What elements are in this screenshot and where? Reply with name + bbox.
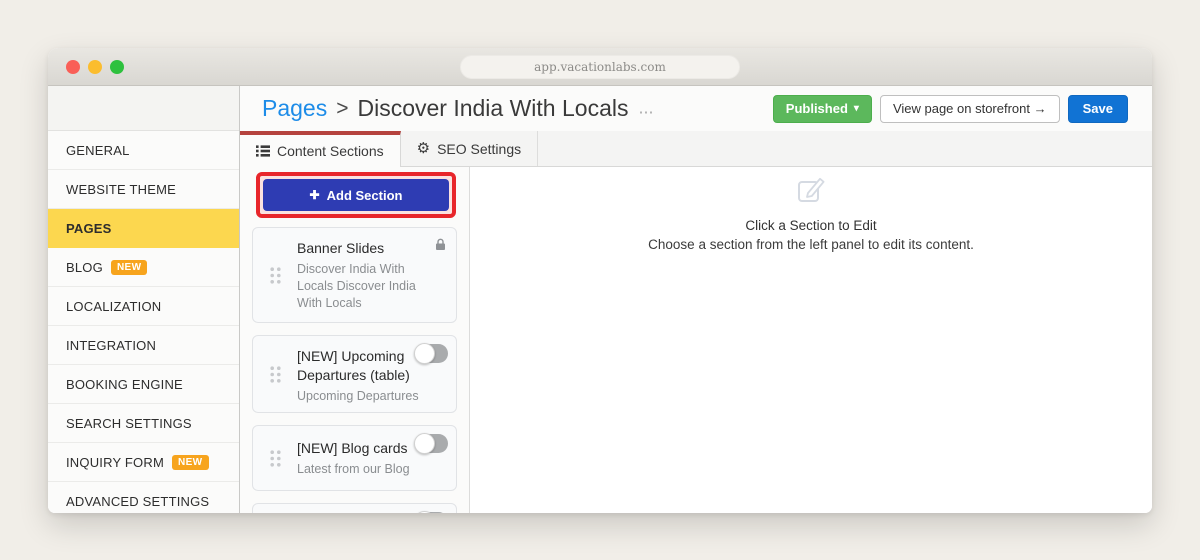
view-storefront-label: View page on storefront → xyxy=(892,101,1047,116)
drag-dots-icon xyxy=(269,266,281,284)
address-bar[interactable]: app.vacationlabs.com xyxy=(460,55,740,79)
sidebar-item-label: ADVANCED SETTINGS xyxy=(66,493,210,509)
section-card-blog-cards[interactable]: [NEW] Blog cards Latest from our Blog xyxy=(252,425,457,491)
sidebar-item-search-settings[interactable]: SEARCH SETTINGS xyxy=(48,404,239,443)
sidebar-nav: GENERAL WEBSITE THEME PAGES BLOG NEW LOCA… xyxy=(48,131,239,513)
section-card-banner-slides[interactable]: Banner Slides Discover India With Locals… xyxy=(252,227,457,323)
save-button[interactable]: Save xyxy=(1067,94,1128,123)
window-controls xyxy=(66,59,124,74)
page-header: Pages > Discover India With Locals ⋯ Pub… xyxy=(240,86,1152,131)
title-ellipsis-icon[interactable]: ⋯ xyxy=(638,103,653,121)
save-label: Save xyxy=(1082,101,1113,116)
add-section-button[interactable]: ✚ Add Section xyxy=(263,179,449,211)
new-badge: NEW xyxy=(171,454,209,470)
page-title: Discover India With Locals xyxy=(357,95,629,121)
window-minimize-button[interactable] xyxy=(88,59,102,74)
section-enable-toggle[interactable] xyxy=(414,433,448,454)
sidebar-item-label: PAGES xyxy=(66,220,112,236)
toggle-knob xyxy=(414,433,435,454)
view-storefront-button[interactable]: View page on storefront → xyxy=(879,94,1060,123)
tab-bar: Content Sections ⚙ SEO Settings xyxy=(240,131,1152,167)
browser-titlebar: app.vacationlabs.com xyxy=(48,48,1152,86)
breadcrumb-pages-link[interactable]: Pages xyxy=(262,95,327,122)
add-section-label: Add Section xyxy=(326,187,403,203)
sidebar-item-localization[interactable]: LOCALIZATION xyxy=(48,287,239,326)
sidebar-item-booking-engine[interactable]: BOOKING ENGINE xyxy=(48,365,239,404)
published-dropdown-button[interactable]: Published ▾ xyxy=(772,94,872,123)
section-enable-toggle[interactable] xyxy=(414,343,448,364)
empty-state-description: Choose a section from the left panel to … xyxy=(648,237,974,252)
annotation-highlight-box: ✚ Add Section xyxy=(256,172,456,218)
sidebar-item-pages[interactable]: PAGES xyxy=(48,209,239,248)
tab-seo-settings[interactable]: ⚙ SEO Settings xyxy=(401,131,539,166)
sidebar-item-label: WEBSITE THEME xyxy=(66,181,176,197)
section-card-partial[interactable] xyxy=(252,503,457,513)
section-title: Banner Slides xyxy=(297,240,385,256)
tab-label: Content Sections xyxy=(277,143,384,159)
address-bar-url: app.vacationlabs.com xyxy=(534,60,666,74)
section-subtitle: Discover India With Locals Discover Indi… xyxy=(297,262,416,310)
section-subtitle: Latest from our Blog xyxy=(297,462,410,476)
published-label: Published xyxy=(785,101,848,116)
section-editor-panel: Click a Section to Edit Choose a section… xyxy=(470,167,1152,513)
settings-sidebar: GENERAL WEBSITE THEME PAGES BLOG NEW LOCA… xyxy=(48,86,240,513)
drag-handle[interactable] xyxy=(253,336,297,412)
section-enable-toggle[interactable] xyxy=(414,511,448,513)
caret-down-icon: ▾ xyxy=(853,103,859,114)
section-subtitle: Upcoming Departures xyxy=(297,389,419,403)
header-actions: Published ▾ View page on storefront → Sa… xyxy=(772,94,1128,123)
lock-icon xyxy=(435,238,446,256)
sidebar-item-advanced-settings[interactable]: ADVANCED SETTINGS xyxy=(48,482,239,513)
drag-handle[interactable] xyxy=(253,504,297,513)
toggle-knob xyxy=(414,343,435,364)
drag-dots-icon xyxy=(269,449,281,467)
sidebar-item-label: GENERAL xyxy=(66,142,130,158)
gear-icon: ⚙ xyxy=(416,140,431,157)
edit-pencil-icon xyxy=(798,177,825,202)
sidebar-item-website-theme[interactable]: WEBSITE THEME xyxy=(48,170,239,209)
sidebar-top-spacer xyxy=(48,86,239,131)
window-close-button[interactable] xyxy=(66,59,80,74)
sidebar-item-blog[interactable]: BLOG NEW xyxy=(48,248,239,287)
drag-dots-icon xyxy=(269,365,281,383)
sidebar-item-label: BOOKING ENGINE xyxy=(66,376,183,392)
breadcrumb: Pages > Discover India With Locals ⋯ xyxy=(262,95,653,122)
sections-list-panel: ✚ Add Section Banner Slides Discover Ind… xyxy=(240,167,470,513)
new-badge: NEW xyxy=(110,259,148,275)
section-card-upcoming-departures[interactable]: [NEW] Upcoming Departures (table) Upcomi… xyxy=(252,335,457,413)
sidebar-item-general[interactable]: GENERAL xyxy=(48,131,239,170)
sidebar-item-label: INTEGRATION xyxy=(66,337,157,353)
window-zoom-button[interactable] xyxy=(110,59,124,74)
sidebar-item-label: LOCALIZATION xyxy=(66,298,162,314)
tab-label: SEO Settings xyxy=(437,140,522,157)
sidebar-item-label: SEARCH SETTINGS xyxy=(66,415,192,431)
browser-window: app.vacationlabs.com GENERAL WEBSITE THE… xyxy=(48,48,1152,513)
empty-state-title: Click a Section to Edit xyxy=(745,218,877,233)
sidebar-item-inquiry-form[interactable]: INQUIRY FORM NEW xyxy=(48,443,239,482)
sidebar-item-label: INQUIRY FORM xyxy=(66,454,164,470)
sidebar-item-integration[interactable]: INTEGRATION xyxy=(48,326,239,365)
plus-icon: ✚ xyxy=(309,188,320,202)
sidebar-item-label: BLOG xyxy=(66,259,103,275)
drag-handle[interactable] xyxy=(253,228,297,322)
drag-handle[interactable] xyxy=(253,426,297,490)
list-icon xyxy=(256,145,270,157)
tab-content-sections[interactable]: Content Sections xyxy=(240,131,401,167)
breadcrumb-separator: > xyxy=(336,96,349,120)
